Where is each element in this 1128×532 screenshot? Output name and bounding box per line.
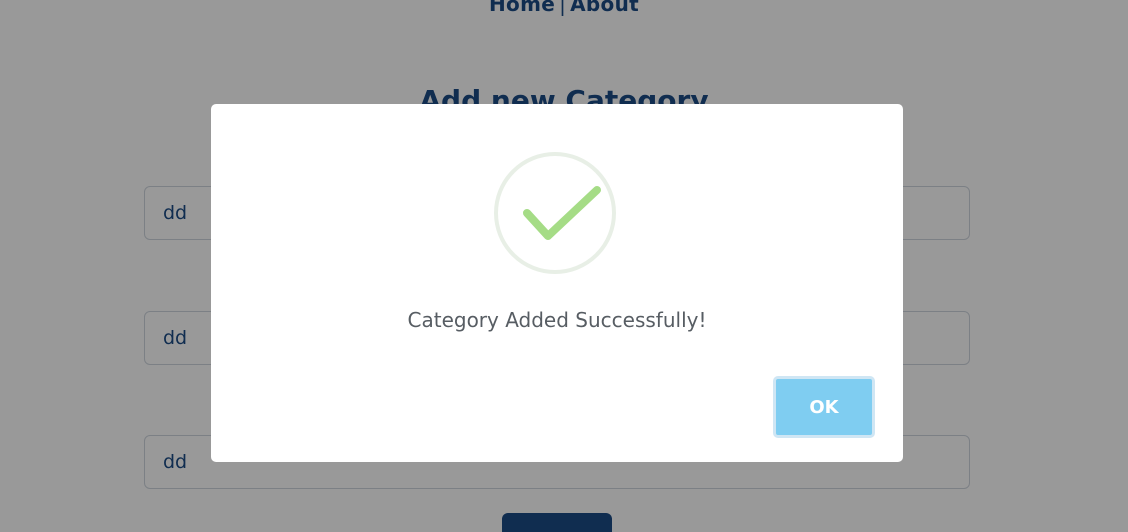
- add-category-page: Home|About Add new Category Category Add…: [0, 0, 1128, 532]
- success-dialog: Category Added Successfully! OK: [211, 104, 903, 462]
- check-icon: [494, 152, 616, 274]
- ok-button[interactable]: OK: [773, 376, 875, 438]
- dialog-message: Category Added Successfully!: [407, 308, 707, 332]
